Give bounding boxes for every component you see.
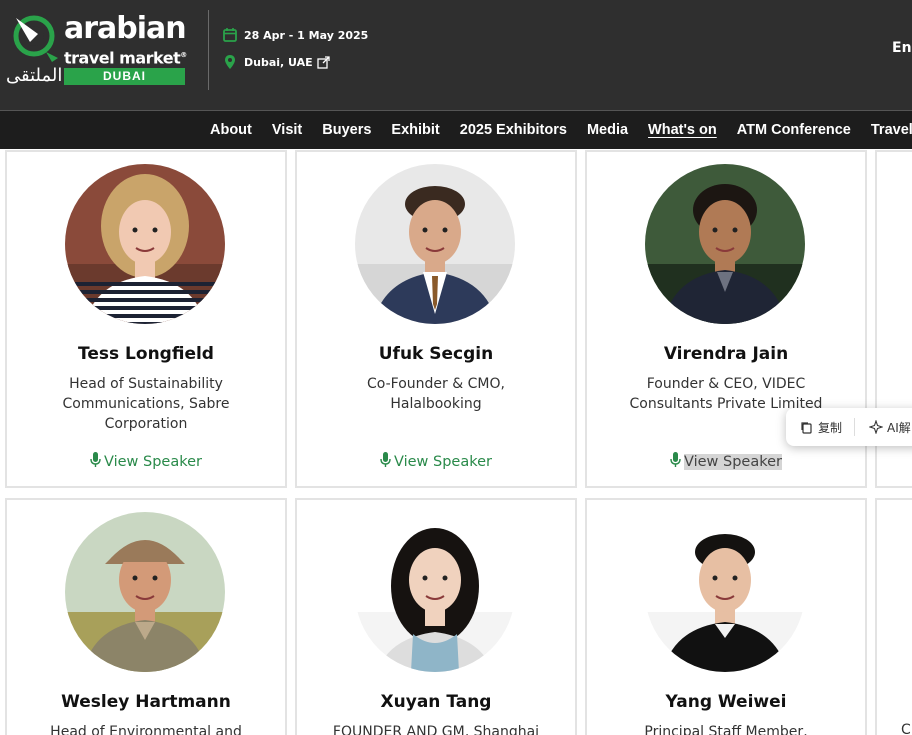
ai-label: AI解 [887,420,911,435]
speaker-card[interactable]: Tess Longfield Head of Sustainability Com… [5,150,287,488]
speaker-name: Tess Longfield [78,344,214,364]
speaker-card[interactable]: Yang Weiwei Principal Staff Member, Shang… [585,498,867,735]
nav-items: About Visit Buyers Exhibit 2025 Exhibitors Me… [210,111,912,149]
microphone-icon [380,452,391,467]
view-speaker-link[interactable]: View Speaker [587,452,865,470]
event-dates-text: 28 Apr - 1 May 2025 [244,28,369,42]
speaker-photo[interactable] [355,512,515,672]
copy-icon [801,421,812,434]
speaker-card[interactable]: Ufuk Secgin Co-Founder & CMO, Halalbookin… [295,150,577,488]
main-navigation: About Visit Buyers Exhibit 2025 Exhibitors Me… [0,110,912,149]
speaker-name: Xuyan Tang [380,692,492,712]
logo-line-2: travel market® [64,48,187,68]
nav-item-visit[interactable]: Visit [272,122,302,138]
logo-dubai-badge: DUBAI [64,68,185,85]
event-location[interactable]: Dubai, UAE [222,54,330,70]
speaker-role: Principal Staff Member, Shanghai [644,724,808,735]
nav-item-what-s-on[interactable]: What's on [648,122,717,138]
view-speaker-label: View Speaker [684,454,782,470]
speaker-name: Virendra Jain [663,344,789,364]
copy-button[interactable]: 复制 [786,419,854,436]
logo-line-1: arabian [64,11,187,46]
nav-item-atm-conference[interactable]: ATM Conference [737,122,851,138]
event-location-text: Dubai, UAE [244,55,313,69]
nav-item-buyers[interactable]: Buyers [322,122,371,138]
view-speaker-link[interactable]: View Speaker [7,452,285,470]
speaker-photo[interactable] [645,512,805,672]
arabian-travel-market-logo[interactable]: arabian travel market® DUBAI الملتقى [6,11,193,90]
logo-arabic-text: الملتقى [6,65,63,86]
external-link-icon [317,55,330,69]
speaker-photo[interactable] [645,164,805,324]
speaker-photo[interactable] [65,164,225,324]
sparkle-icon [869,420,884,434]
copy-label: 复制 [818,420,843,435]
speaker-card[interactable]: Wesley Hartmann Head of Environmental and [5,498,287,735]
header-divider [208,10,209,90]
speaker-photo[interactable] [355,164,515,324]
speaker-card-partial[interactable]: CE [875,498,912,735]
speaker-name: Yang Weiwei [665,692,787,712]
event-dates: 28 Apr - 1 May 2025 [222,27,368,43]
ai-explain-button[interactable]: AI解 [855,419,912,436]
speaker-name: Ufuk Secgin [378,344,494,364]
calendar-icon [222,27,238,43]
speaker-role: Co-Founder & CMO, Halalbooking [367,376,505,412]
nav-item-travel-tech[interactable]: Travel Tech [871,122,912,138]
view-speaker-link[interactable]: View Speaker [297,452,575,470]
microphone-icon [90,452,101,467]
speaker-photo[interactable] [65,512,225,672]
nav-item-about[interactable]: About [210,122,252,138]
speaker-name: Wesley Hartmann [61,692,231,712]
partial-card-text: CE [901,722,912,735]
speaker-role: Head of Sustainability Communications, S… [62,376,230,432]
nav-item-exhibit[interactable]: Exhibit [391,122,439,138]
speaker-card[interactable]: Xuyan Tang FOUNDER AND GM, Shanghai [295,498,577,735]
language-selector[interactable]: En [892,40,912,56]
nav-item-2025-exhibitors[interactable]: 2025 Exhibitors [460,122,567,138]
speaker-role: FOUNDER AND GM, Shanghai [332,724,540,735]
site-header: arabian travel market® DUBAI الملتقى 28 … [0,0,912,110]
map-pin-icon [222,54,238,70]
speaker-role: Head of Environmental and [50,724,242,735]
microphone-icon [670,452,681,467]
nav-item-media[interactable]: Media [587,122,628,138]
view-speaker-label: View Speaker [104,454,202,470]
text-selection-popup: 复制 AI解 [786,408,912,446]
view-speaker-label: View Speaker [394,454,492,470]
